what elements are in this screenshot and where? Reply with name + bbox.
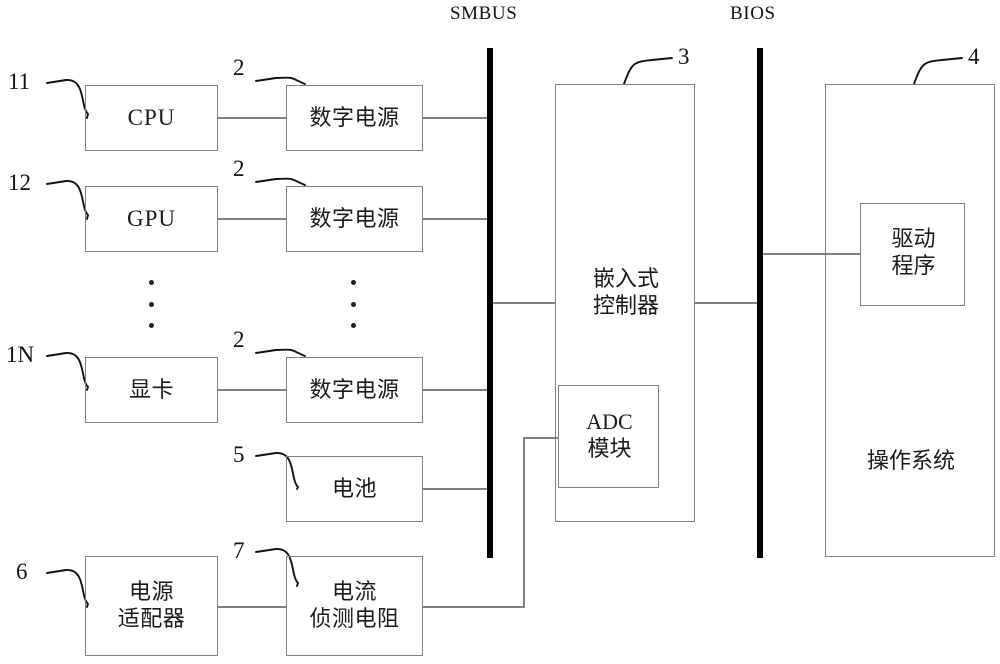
ref-num-6: 6 xyxy=(16,559,28,584)
leader-2-gfx xyxy=(255,348,306,357)
block-digital-power-cpu-label: 数字电源 xyxy=(309,104,400,130)
block-digital-power-graphics: 数字电源 xyxy=(286,357,423,423)
block-digital-power-graphics-label: 数字电源 xyxy=(309,376,400,402)
ref-num-2-cpu: 2 xyxy=(233,55,245,80)
leader-1N xyxy=(46,352,90,391)
block-cpu: CPU xyxy=(85,85,218,151)
bios-bar xyxy=(757,48,763,558)
ref-num-7: 7 xyxy=(233,538,245,563)
block-adc-module-label: ADC 模块 xyxy=(586,409,633,461)
leader-12 xyxy=(46,180,90,220)
block-power-adapter: 电源 适配器 xyxy=(85,556,218,656)
block-diagram-canvas: SMBUS BIOS CPU GPU 显卡 电源 适配器 数字电源 数字电源 数… xyxy=(0,0,1000,664)
block-battery-label: 电池 xyxy=(331,475,377,501)
leader-2-gpu xyxy=(255,177,306,186)
block-adc-module: ADC 模块 xyxy=(558,385,659,488)
leader-4 xyxy=(913,57,963,85)
block-digital-power-gpu: 数字电源 xyxy=(286,186,423,252)
block-digital-power-cpu: 数字电源 xyxy=(286,85,423,151)
block-gpu: GPU xyxy=(85,186,218,252)
block-digital-power-gpu-label: 数字电源 xyxy=(309,205,400,231)
block-operating-system-label: 操作系统 xyxy=(866,448,955,473)
smbus-caption: SMBUS xyxy=(450,3,518,24)
block-driver-program: 驱动 程序 xyxy=(860,203,965,306)
block-graphics-card: 显卡 xyxy=(85,357,218,423)
smbus-bar xyxy=(487,48,493,558)
ref-num-4: 4 xyxy=(968,44,980,69)
block-graphics-card-label: 显卡 xyxy=(128,376,174,402)
ref-num-11: 11 xyxy=(8,69,31,94)
block-gpu-label: GPU xyxy=(126,205,176,231)
ref-num-1N: 1N xyxy=(6,342,35,367)
block-embedded-controller: 嵌入式 控制器 ADC 模块 xyxy=(555,84,695,522)
block-operating-system: 驱动 程序 操作系统 xyxy=(825,84,995,557)
ellipsis-left xyxy=(148,280,154,328)
ref-num-3: 3 xyxy=(678,44,690,69)
ref-num-2-gpu: 2 xyxy=(233,156,245,181)
block-battery: 电池 xyxy=(286,456,423,522)
leader-3 xyxy=(623,57,673,85)
bios-caption: BIOS xyxy=(730,3,776,24)
ellipsis-right xyxy=(350,280,356,328)
leader-6 xyxy=(46,569,90,608)
ref-num-2-graphics: 2 xyxy=(233,327,245,352)
block-driver-program-label: 驱动 程序 xyxy=(891,226,936,278)
block-current-sense-resistor: 电流 侦测电阻 xyxy=(286,556,423,656)
leader-11 xyxy=(46,79,90,119)
block-embedded-controller-label: 嵌入式 控制器 xyxy=(592,266,659,318)
block-cpu-label: CPU xyxy=(127,104,176,130)
ref-num-5: 5 xyxy=(233,442,245,467)
block-power-adapter-label: 电源 适配器 xyxy=(117,579,186,631)
block-current-sense-resistor-label: 电流 侦测电阻 xyxy=(309,579,400,631)
ref-num-12: 12 xyxy=(8,170,31,195)
